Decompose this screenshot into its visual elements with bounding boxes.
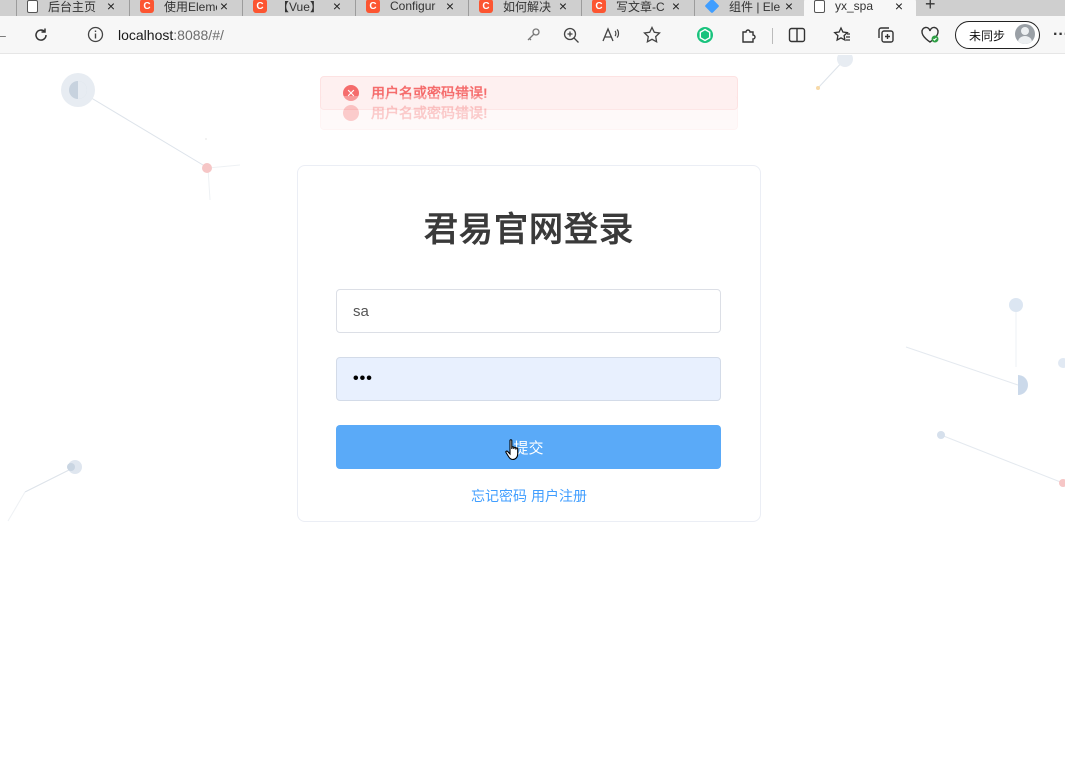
- forgot-password-link[interactable]: 忘记密码: [471, 488, 527, 504]
- url-path: :8088/#/: [173, 27, 224, 43]
- new-tab-icon[interactable]: +: [925, 0, 936, 15]
- login-links: 忘记密码 用户注册: [298, 486, 760, 506]
- close-icon[interactable]: ×: [669, 0, 683, 14]
- register-link[interactable]: 用户注册: [531, 488, 587, 504]
- close-icon[interactable]: ×: [892, 0, 906, 14]
- tab-yx-spa[interactable]: yx_spa ×: [804, 0, 916, 16]
- tab-title: 组件 | Ele: [729, 0, 781, 14]
- zoom-icon[interactable]: [560, 24, 582, 46]
- close-icon[interactable]: ×: [556, 0, 570, 14]
- chatgpt-extension-icon[interactable]: [694, 24, 716, 46]
- close-icon[interactable]: ×: [330, 0, 344, 14]
- csdn-icon: C: [140, 0, 154, 13]
- login-card: 君易官网登录 sa ••• 提交 忘记密码 用户注册: [297, 165, 761, 522]
- extensions-icon[interactable]: [738, 24, 760, 46]
- collections-icon[interactable]: [875, 24, 897, 46]
- profile-avatar-icon: [1015, 24, 1035, 44]
- csdn-icon: C: [366, 0, 380, 13]
- element-icon: [704, 0, 720, 14]
- tab-title: Configur: [390, 0, 436, 13]
- tab-title: 如何解决: [503, 0, 552, 14]
- close-icon[interactable]: ×: [104, 0, 118, 14]
- submit-button[interactable]: 提交: [336, 425, 721, 469]
- csdn-icon: C: [592, 0, 606, 13]
- csdn-icon: C: [253, 0, 267, 13]
- tab-title: yx_spa: [835, 0, 874, 13]
- url-text[interactable]: localhost:8088/#/: [118, 27, 224, 43]
- more-menu-icon[interactable]: ···: [1050, 24, 1065, 46]
- page-icon: [814, 0, 825, 13]
- error-message-text: 用户名或密码错误!: [371, 104, 488, 121]
- sync-button[interactable]: 未同步: [955, 21, 1040, 49]
- info-icon[interactable]: [87, 26, 104, 48]
- close-icon[interactable]: ×: [782, 0, 796, 14]
- tab-csdn-howto[interactable]: C 如何解决 ×: [468, 0, 580, 16]
- sync-label: 未同步: [969, 28, 1006, 43]
- error-circle-icon: [343, 104, 359, 121]
- tab-csdn-element[interactable]: C 使用Element ×: [129, 0, 241, 16]
- address-bar[interactable]: localhost:8088/#/: [82, 20, 664, 50]
- username-input[interactable]: sa: [336, 289, 721, 333]
- toolbar-divider: [772, 28, 773, 44]
- password-input[interactable]: •••: [336, 357, 721, 401]
- back-icon[interactable]: ←: [0, 24, 12, 46]
- read-aloud-icon[interactable]: [600, 24, 622, 46]
- browser-toolbar: ← localhost:8088/#/ 未同步 ··: [0, 16, 1065, 54]
- browser-essentials-icon[interactable]: [919, 24, 941, 46]
- star-icon[interactable]: [641, 24, 663, 46]
- key-icon[interactable]: [522, 24, 544, 46]
- favorites-icon[interactable]: [831, 24, 853, 46]
- login-title: 君易官网登录: [424, 211, 634, 249]
- tab-csdn-vue[interactable]: C 【Vue】 ×: [242, 0, 354, 16]
- refresh-icon[interactable]: [30, 24, 52, 46]
- close-icon[interactable]: ×: [443, 0, 457, 14]
- tab-csdn-write[interactable]: C 写文章-C ×: [581, 0, 693, 16]
- url-host: localhost: [118, 27, 174, 43]
- tab-title: 写文章-C: [616, 0, 665, 14]
- tab-csdn-configure[interactable]: C Configur ×: [355, 0, 467, 16]
- csdn-icon: C: [479, 0, 493, 13]
- error-message-fading: 用户名或密码错误!: [320, 96, 738, 130]
- tab-title: 【Vue】: [277, 0, 322, 14]
- page-icon: [27, 0, 38, 13]
- tab-title: 后台主页: [48, 0, 97, 14]
- tab-strip: 后台主页 × C 使用Element × C 【Vue】 × C Configu…: [0, 0, 1065, 16]
- tab-admin-home[interactable]: 后台主页 ×: [16, 0, 128, 16]
- hand-cursor-icon: [505, 439, 519, 461]
- tab-element-components[interactable]: 组件 | Ele ×: [694, 0, 806, 16]
- tab-title: 使用Element: [164, 0, 217, 14]
- close-icon[interactable]: ×: [217, 0, 231, 14]
- split-screen-icon[interactable]: [786, 24, 808, 46]
- page-viewport: ✕ 用户名或密码错误! 用户名或密码错误! 君易官网登录 sa ••• 提交 忘…: [0, 55, 1065, 784]
